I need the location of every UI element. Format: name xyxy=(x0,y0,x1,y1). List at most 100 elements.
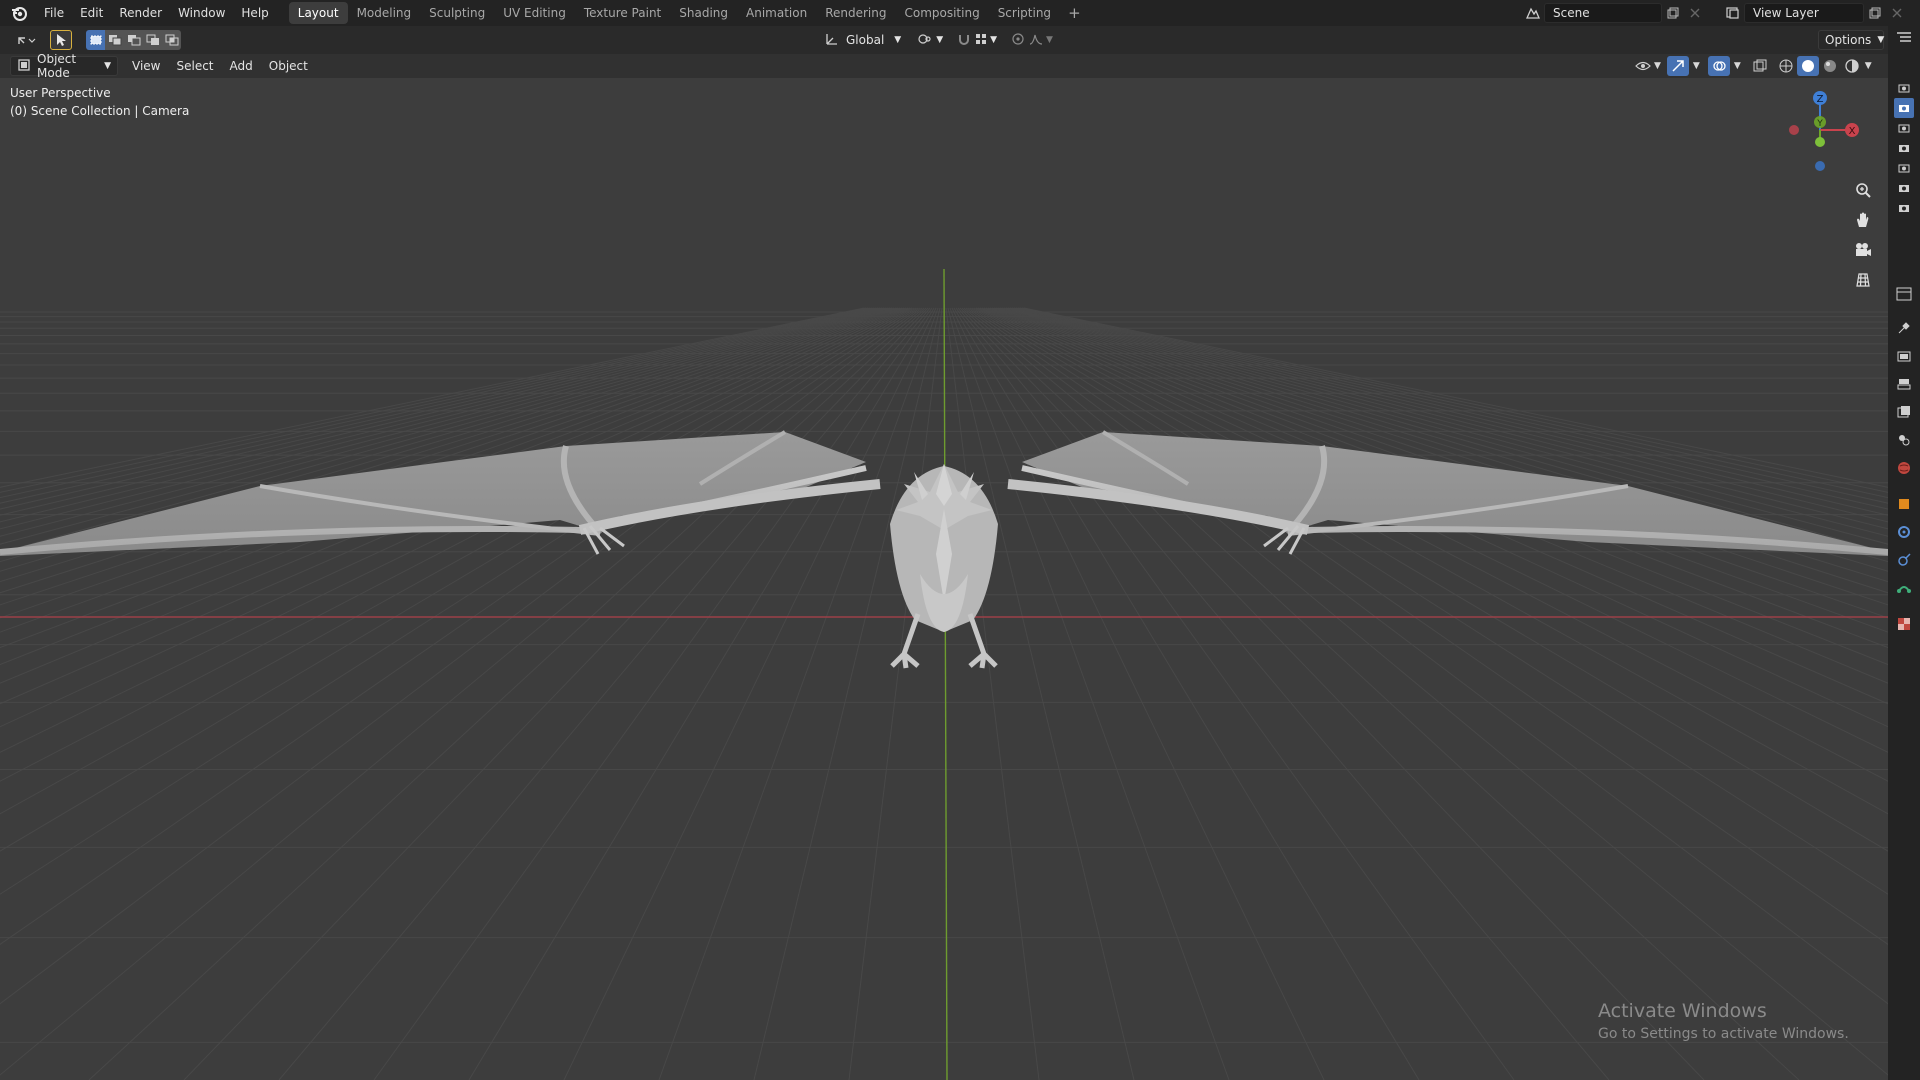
menu-add[interactable]: Add xyxy=(224,56,259,76)
watermark-title: Activate Windows xyxy=(1598,1000,1767,1022)
tab-shading[interactable]: Shading xyxy=(670,2,737,24)
output-properties-icon[interactable] xyxy=(1894,374,1914,394)
tab-scripting[interactable]: Scripting xyxy=(989,2,1060,24)
render-properties-icon[interactable] xyxy=(1894,346,1914,366)
add-workspace-button[interactable]: + xyxy=(1060,4,1089,22)
menu-select[interactable]: Select xyxy=(170,56,219,76)
hand-icon[interactable] xyxy=(1849,206,1877,234)
view-layer-properties-icon[interactable] xyxy=(1894,402,1914,422)
world-properties-icon[interactable] xyxy=(1894,458,1914,478)
camera-toggle-icon[interactable] xyxy=(1894,158,1914,178)
tab-animation[interactable]: Animation xyxy=(737,2,816,24)
gizmo-neg-y xyxy=(1815,137,1825,147)
zoom-icon[interactable] xyxy=(1849,176,1877,204)
chevron-down-icon: ▼ xyxy=(1692,61,1700,71)
tab-uv-editing[interactable]: UV Editing xyxy=(494,2,575,24)
menu-object[interactable]: Object xyxy=(263,56,314,76)
proportional-edit-dropdown[interactable]: ▼ xyxy=(1005,30,1059,50)
select-subtract-icon[interactable] xyxy=(124,30,143,50)
blender-logo-icon[interactable] xyxy=(8,2,30,24)
outliner-icon[interactable] xyxy=(1894,28,1914,48)
camera-toggle-icon[interactable] xyxy=(1894,198,1914,218)
activate-windows-watermark: Activate Windows Go to Settings to activ… xyxy=(1598,1000,1849,1042)
tab-layout[interactable]: Layout xyxy=(288,2,348,24)
watermark-subtitle: Go to Settings to activate Windows. xyxy=(1598,1026,1849,1042)
camera-toggle-icon[interactable] xyxy=(1894,98,1914,118)
menu-edit[interactable]: Edit xyxy=(72,2,111,24)
menu-window[interactable]: Window xyxy=(170,2,233,24)
tool-settings-icon[interactable] xyxy=(1894,318,1914,338)
camera-toggle-icon[interactable] xyxy=(1894,138,1914,158)
cursor-select-icon[interactable] xyxy=(50,30,72,50)
grid-ortho-icon[interactable] xyxy=(1849,266,1877,294)
chevron-down-icon: ▼ xyxy=(894,35,902,45)
view-layer-icon[interactable] xyxy=(1722,3,1744,23)
top-bar: File Edit Render Window Help Layout Mode… xyxy=(0,0,1920,26)
chevron-down-icon: ▼ xyxy=(936,35,944,45)
tab-rendering[interactable]: Rendering xyxy=(816,2,895,24)
constraint-properties-icon[interactable] xyxy=(1894,578,1914,598)
view-layer-field[interactable]: View Layer xyxy=(1744,3,1864,23)
camera-toggle-icon[interactable] xyxy=(1894,78,1914,98)
select-invert-icon[interactable] xyxy=(143,30,162,50)
overlays-toggle-icon[interactable] xyxy=(1707,56,1730,76)
pivot-point-dropdown[interactable]: ▼ xyxy=(911,30,949,50)
modifier-properties-icon[interactable] xyxy=(1894,522,1914,542)
select-extend-icon[interactable] xyxy=(105,30,124,50)
snap-dropdown[interactable]: ▼ xyxy=(951,30,1003,50)
transform-orientation-dropdown[interactable]: Global ▼ xyxy=(818,30,907,50)
rendered-shading-icon[interactable] xyxy=(1841,56,1863,76)
properties-editor-icon[interactable] xyxy=(1894,284,1914,304)
orientation-icon xyxy=(824,32,840,49)
tab-modeling[interactable]: Modeling xyxy=(348,2,421,24)
scene-properties-icon[interactable] xyxy=(1894,430,1914,450)
tab-texture-paint[interactable]: Texture Paint xyxy=(575,2,670,24)
menu-view[interactable]: View xyxy=(126,56,166,76)
snap-grid-icon xyxy=(975,33,987,48)
visibility-eye-icon[interactable] xyxy=(1632,56,1654,76)
scene-name-field[interactable]: Scene xyxy=(1544,3,1662,23)
3d-viewport[interactable]: Object Mode ▼ View Select Add Object ▼ ▼… xyxy=(0,54,1888,1080)
select-new-icon[interactable] xyxy=(86,30,105,50)
new-view-layer-icon[interactable] xyxy=(1864,3,1886,23)
collection-label: (0) Scene Collection | Camera xyxy=(10,104,190,118)
close-view-layer-icon[interactable] xyxy=(1886,3,1908,23)
options-dropdown[interactable]: Options ▼ xyxy=(1818,30,1884,50)
new-scene-icon[interactable] xyxy=(1662,3,1684,23)
chevron-down-icon: ▼ xyxy=(104,61,111,71)
camera-toggle-icon[interactable] xyxy=(1894,178,1914,198)
object-properties-icon[interactable] xyxy=(1894,494,1914,514)
scene-selector: Scene xyxy=(1522,2,1706,24)
wireframe-shading-icon[interactable] xyxy=(1775,56,1797,76)
proportional-edit-icon xyxy=(1011,32,1025,49)
tab-sculpting[interactable]: Sculpting xyxy=(420,2,494,24)
gizmo-neg-z xyxy=(1815,161,1825,171)
material-shading-icon[interactable] xyxy=(1819,56,1841,76)
object-mode-dropdown[interactable]: Object Mode ▼ xyxy=(10,54,118,80)
viewport-shading-controls: ▼ ▼ ▼ ▼ xyxy=(1632,56,1872,76)
menu-help[interactable]: Help xyxy=(233,2,276,24)
solid-shading-icon[interactable] xyxy=(1796,56,1819,76)
viewport-header: Object Mode ▼ View Select Add Object ▼ ▼… xyxy=(0,54,1888,80)
dragon-model xyxy=(0,430,1888,669)
texture-properties-icon[interactable] xyxy=(1894,614,1914,634)
close-scene-icon[interactable] xyxy=(1684,3,1706,23)
editor-type-icon[interactable] xyxy=(12,30,40,50)
chevron-down-icon: ▼ xyxy=(1877,35,1885,45)
chevron-down-icon: ▼ xyxy=(1046,35,1053,45)
menu-file[interactable]: File xyxy=(36,2,72,24)
tab-compositing[interactable]: Compositing xyxy=(895,2,988,24)
scene-icon[interactable] xyxy=(1522,3,1544,23)
navigation-gizmo[interactable]: Z X Y xyxy=(1782,84,1860,194)
xray-toggle-icon[interactable] xyxy=(1749,56,1771,76)
physics-properties-icon[interactable] xyxy=(1894,550,1914,570)
svg-text:Z: Z xyxy=(1817,94,1824,105)
gizmo-toggle-icon[interactable] xyxy=(1666,56,1689,76)
camera-toggle-icon[interactable] xyxy=(1894,118,1914,138)
select-intersect-icon[interactable] xyxy=(162,30,181,50)
camera-view-icon[interactable] xyxy=(1849,236,1877,264)
properties-tab-strip xyxy=(1888,26,1920,1080)
workspace-tabs: Layout Modeling Sculpting UV Editing Tex… xyxy=(288,0,1089,26)
chevron-down-icon: ▼ xyxy=(1733,61,1741,71)
menu-render[interactable]: Render xyxy=(111,2,170,24)
